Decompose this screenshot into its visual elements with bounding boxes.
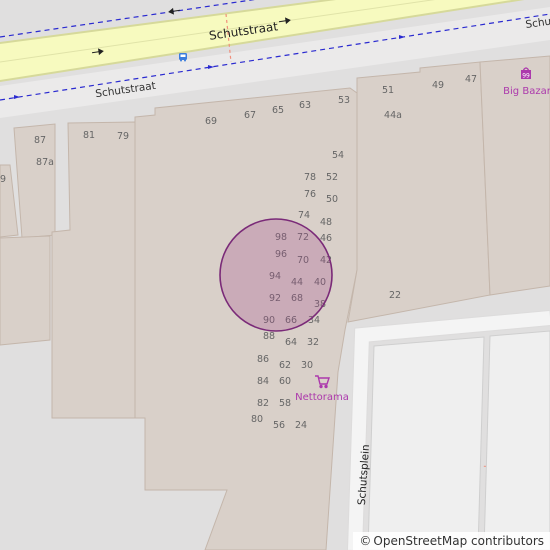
house-number: 56	[273, 420, 285, 431]
house-number: 82	[257, 398, 269, 409]
building-left-low	[0, 235, 51, 346]
house-number: 84	[257, 376, 269, 387]
house-number: 67	[244, 110, 256, 121]
house-number: 79	[117, 131, 129, 142]
house-number: 53	[338, 95, 350, 106]
parking-right	[483, 330, 550, 550]
house-number: 58	[279, 398, 291, 409]
house-number: 54	[332, 150, 344, 161]
svg-text:99: 99	[522, 73, 530, 80]
house-number: 65	[272, 105, 284, 116]
house-number: 88	[263, 331, 275, 342]
shop-label-nettorama[interactable]: Nettorama	[295, 392, 349, 403]
house-number: 60	[279, 376, 291, 387]
house-number: 44a	[384, 110, 402, 121]
house-number: 69	[205, 116, 217, 127]
attribution: © OpenStreetMap contributors	[353, 532, 550, 550]
house-number: 81	[83, 130, 95, 141]
map-svg: 99 Schutstraat Schutstraat Schu Schutspl…	[0, 0, 550, 550]
house-number: 87	[34, 135, 46, 146]
house-number: 86	[257, 354, 269, 365]
building-51	[347, 61, 491, 323]
shop-label-big-bazar[interactable]: Big Bazar	[503, 86, 550, 97]
house-number: 24	[295, 420, 307, 431]
house-number: 64	[285, 337, 297, 348]
house-number: 50	[326, 194, 338, 205]
house-number: 62	[279, 360, 291, 371]
house-number: 48	[320, 217, 332, 228]
house-number: 63	[299, 100, 311, 111]
house-number: 9	[0, 174, 6, 185]
house-number: 32	[307, 337, 319, 348]
copyright-symbol: ©	[359, 534, 372, 548]
house-number: 52	[326, 172, 338, 183]
house-number: 76	[304, 189, 316, 200]
location-marker[interactable]	[219, 218, 333, 332]
house-number: 30	[301, 360, 313, 371]
attribution-link[interactable]: OpenStreetMap contributors	[373, 534, 544, 548]
house-number: 47	[465, 74, 477, 85]
house-number: 87a	[36, 157, 54, 168]
house-number: 78	[304, 172, 316, 183]
house-number: 80	[251, 414, 263, 425]
house-number: 51	[382, 85, 394, 96]
map-canvas[interactable]: 99 Schutstraat Schutstraat Schu Schutspl…	[0, 0, 550, 550]
house-number: 74	[298, 210, 310, 221]
parking-left	[367, 336, 485, 550]
house-number: 22	[389, 290, 401, 301]
house-number: 49	[432, 80, 444, 91]
